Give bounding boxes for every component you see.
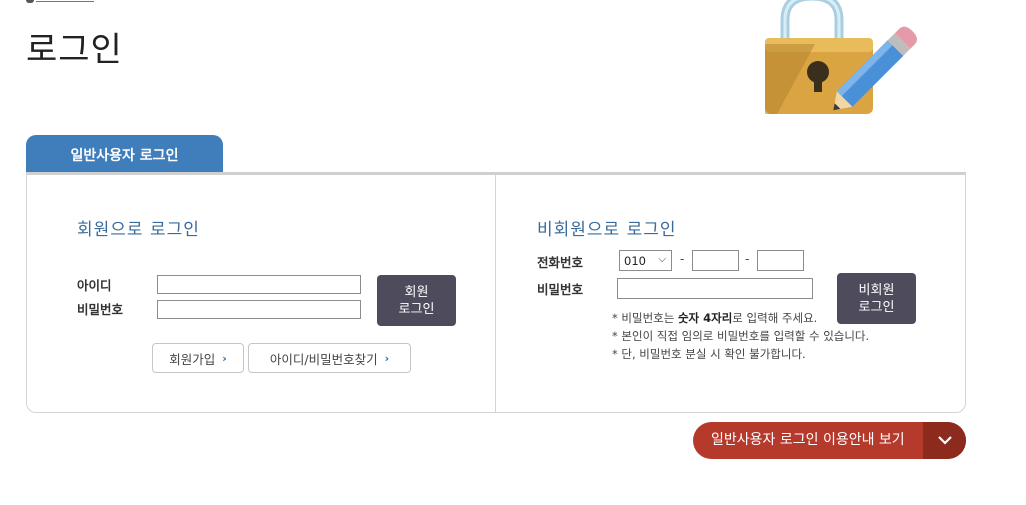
guest-note-1: * 비밀번호는 숫자 4자리로 입력해 주세요. xyxy=(612,311,818,325)
login-guide-button[interactable]: 일반사용자 로그인 이용안내 보기 xyxy=(693,422,966,459)
member-login-button[interactable]: 회원 로그인 xyxy=(377,275,456,326)
member-login-button-line1: 회원 xyxy=(404,284,429,300)
member-password-input[interactable] xyxy=(157,300,361,319)
phone-middle-input[interactable] xyxy=(692,250,739,271)
phone-prefix-select[interactable]: 010 ⌵ xyxy=(619,250,672,271)
guest-password-label: 비밀번호 xyxy=(537,282,584,297)
top-dot xyxy=(26,0,34,3)
guest-note-3: * 단, 비밀번호 분실 시 확인 불가합니다. xyxy=(612,347,806,361)
page-title: 로그인 xyxy=(26,30,123,70)
top-line xyxy=(36,1,94,2)
chevron-right-icon: › xyxy=(384,351,390,365)
chevron-down-icon: ⌵ xyxy=(658,254,666,265)
lock-pencil-illustration xyxy=(765,0,917,114)
guest-login-button-line1: 비회원 xyxy=(858,282,895,298)
top-decoration xyxy=(26,0,96,3)
signup-button[interactable]: 회원가입 › xyxy=(152,343,244,373)
member-password-label: 비밀번호 xyxy=(77,302,124,317)
guest-note-2: * 본인이 직접 임의로 비밀번호를 입력할 수 있습니다. xyxy=(612,329,870,343)
member-login-heading: 회원으로 로그인 xyxy=(77,220,200,240)
chevron-right-icon: › xyxy=(222,351,227,365)
login-panel: 회원으로 로그인 아이디 비밀번호 회원 로그인 회원가입 › 아이디/비밀번호… xyxy=(26,172,966,413)
guest-login-button-line2: 로그인 xyxy=(858,299,895,315)
signup-label: 회원가입 xyxy=(169,351,216,367)
chevron-down-icon[interactable] xyxy=(923,422,966,459)
find-id-password-label: 아이디/비밀번호찾기 xyxy=(269,351,378,367)
guest-password-input[interactable] xyxy=(617,278,813,299)
phone-prefix-value: 010 xyxy=(624,253,646,268)
find-id-password-button[interactable]: 아이디/비밀번호찾기 › xyxy=(248,343,411,373)
member-login-button-line2: 로그인 xyxy=(398,301,435,317)
phone-dash-2: - xyxy=(745,252,750,266)
tab-general-user-login[interactable]: 일반사용자 로그인 xyxy=(26,135,223,174)
member-id-label: 아이디 xyxy=(77,278,112,293)
phone-dash-1: - xyxy=(680,252,685,266)
guest-login-heading: 비회원으로 로그인 xyxy=(537,220,677,240)
panel-divider xyxy=(495,175,496,413)
phone-last-input[interactable] xyxy=(757,250,804,271)
guest-phone-label: 전화번호 xyxy=(537,255,584,270)
member-id-input[interactable] xyxy=(157,275,361,294)
login-guide-label: 일반사용자 로그인 이용안내 보기 xyxy=(711,432,905,448)
guest-login-button[interactable]: 비회원 로그인 xyxy=(837,273,916,324)
